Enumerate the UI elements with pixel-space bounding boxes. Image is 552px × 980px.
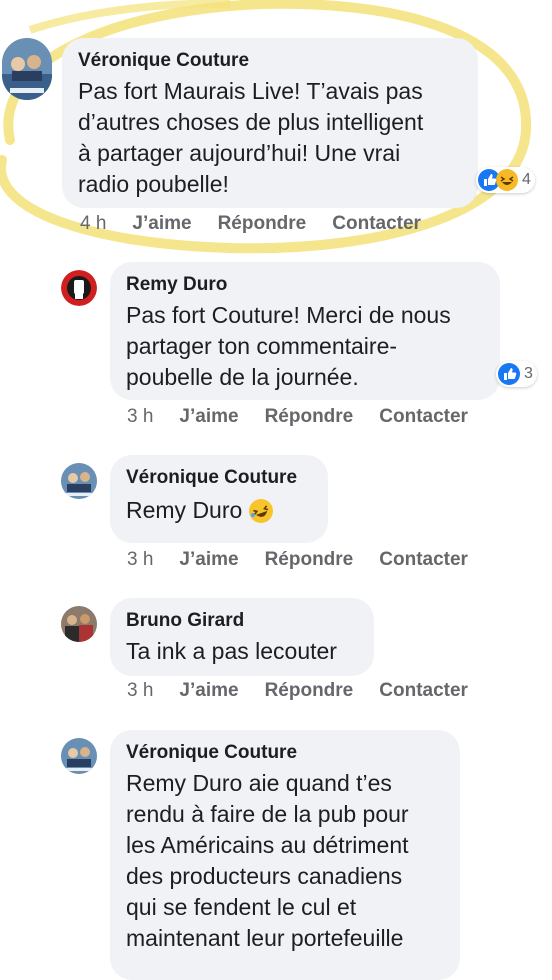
reply-link[interactable]: Répondre [265, 680, 354, 702]
comment-bubble: Remy Duro Pas fort Couture! Merci de nou… [110, 262, 500, 400]
profile-photo-icon [61, 606, 97, 642]
like-link[interactable]: J’aime [179, 549, 238, 571]
comment-timestamp[interactable]: 3 h [127, 549, 153, 571]
avatar[interactable] [2, 38, 52, 100]
reaction-summary[interactable]: 4 [476, 167, 535, 193]
comment-text: Ta ink a pas lecouter [126, 638, 337, 664]
contact-link[interactable]: Contacter [379, 406, 468, 428]
comment-text: Pas fort Couture! Merci de nous partager… [126, 302, 451, 390]
reply-link[interactable]: Répondre [265, 549, 354, 571]
comment-author[interactable]: Véronique Couture [126, 467, 312, 489]
like-link[interactable]: J’aime [132, 213, 191, 235]
avatar[interactable] [61, 606, 97, 642]
comment-text: Remy Duro [126, 495, 312, 526]
contact-link[interactable]: Contacter [379, 680, 468, 702]
avatar[interactable] [61, 463, 97, 499]
comment-author[interactable]: Véronique Couture [126, 742, 444, 764]
mention-link[interactable]: Remy Duro [126, 495, 242, 526]
profile-photo-icon [61, 463, 97, 499]
comment-bubble: Véronique Couture Remy Duro [110, 455, 328, 543]
like-link[interactable]: J’aime [179, 680, 238, 702]
rofl-emoji-icon [249, 498, 274, 523]
haha-reaction-icon [496, 169, 518, 191]
comment-author[interactable]: Bruno Girard [126, 610, 358, 632]
comment-author[interactable]: Véronique Couture [78, 50, 462, 72]
comment-bubble: Véronique Couture Pas fort Maurais Live!… [62, 38, 478, 208]
comment-actions: 3 h J’aime Répondre Contacter [127, 680, 494, 702]
comment-text: Remy Duro aie quand t’es rendu à faire d… [126, 770, 409, 951]
reaction-summary[interactable]: 3 [496, 361, 537, 387]
comment-timestamp[interactable]: 3 h [127, 680, 153, 702]
comment-timestamp[interactable]: 3 h [127, 406, 153, 428]
reaction-count: 4 [522, 171, 531, 188]
avatar[interactable] [61, 738, 97, 774]
comment-timestamp[interactable]: 4 h [80, 213, 106, 235]
profile-photo-icon [2, 38, 52, 100]
reply-link[interactable]: Répondre [265, 406, 354, 428]
contact-link[interactable]: Contacter [332, 213, 421, 235]
profile-photo-icon [61, 738, 97, 774]
comment-bubble: Bruno Girard Ta ink a pas lecouter [110, 598, 374, 676]
comment-bubble: Véronique Couture Remy Duro aie quand t’… [110, 730, 460, 980]
comment-text: Pas fort Maurais Live! T’avais pas d’aut… [78, 78, 424, 197]
reaction-count: 3 [524, 365, 533, 382]
fist-logo-icon [61, 270, 97, 306]
like-link[interactable]: J’aime [179, 406, 238, 428]
comment-actions: 4 h J’aime Répondre Contacter [80, 213, 447, 235]
reply-link[interactable]: Répondre [218, 213, 307, 235]
comment-actions: 3 h J’aime Répondre Contacter [127, 406, 494, 428]
comment-actions: 3 h J’aime Répondre Contacter [127, 549, 494, 571]
like-reaction-icon [498, 363, 520, 385]
contact-link[interactable]: Contacter [379, 549, 468, 571]
avatar[interactable] [61, 270, 97, 306]
comment-author[interactable]: Remy Duro [126, 274, 484, 296]
